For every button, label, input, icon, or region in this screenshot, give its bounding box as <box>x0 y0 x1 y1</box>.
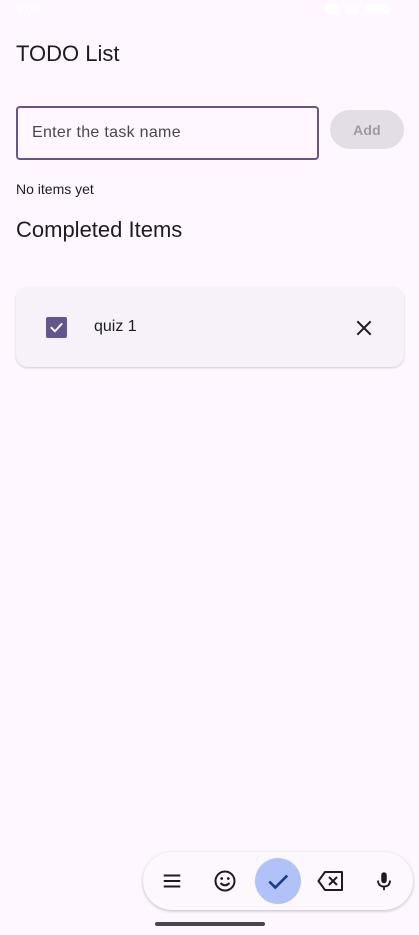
status-icons <box>325 4 389 14</box>
completed-item-card: quiz 1 <box>16 287 404 367</box>
completed-checkbox[interactable] <box>46 317 67 338</box>
keyboard-voice-button[interactable] <box>361 858 407 904</box>
keyboard-toolbar <box>143 852 413 910</box>
keyboard-menu-button[interactable] <box>149 858 195 904</box>
backspace-icon <box>317 871 343 891</box>
empty-list-text: No items yet <box>16 181 94 197</box>
check-icon <box>268 874 289 890</box>
microphone-icon <box>377 872 391 891</box>
signal-icon <box>325 4 339 14</box>
keyboard-backspace-button[interactable] <box>308 858 354 904</box>
keyboard-emoji-button[interactable] <box>202 858 248 904</box>
home-indicator[interactable] <box>155 922 265 926</box>
completed-item-label: quiz 1 <box>94 318 137 335</box>
add-button[interactable]: Add <box>330 110 404 149</box>
checkmark-icon <box>50 322 63 333</box>
wifi-icon <box>345 4 359 14</box>
keyboard-done-button[interactable] <box>255 858 301 904</box>
completed-section-title: Completed Items <box>16 217 183 242</box>
close-icon <box>356 320 372 336</box>
task-name-input[interactable] <box>16 106 319 160</box>
emoji-icon <box>214 870 236 892</box>
status-time: 9:00 <box>16 3 40 17</box>
delete-item-button[interactable] <box>349 313 379 343</box>
page-title: TODO List <box>16 41 120 66</box>
menu-icon <box>163 874 181 888</box>
status-bar: 9:00 <box>0 0 419 24</box>
battery-icon <box>365 4 389 14</box>
